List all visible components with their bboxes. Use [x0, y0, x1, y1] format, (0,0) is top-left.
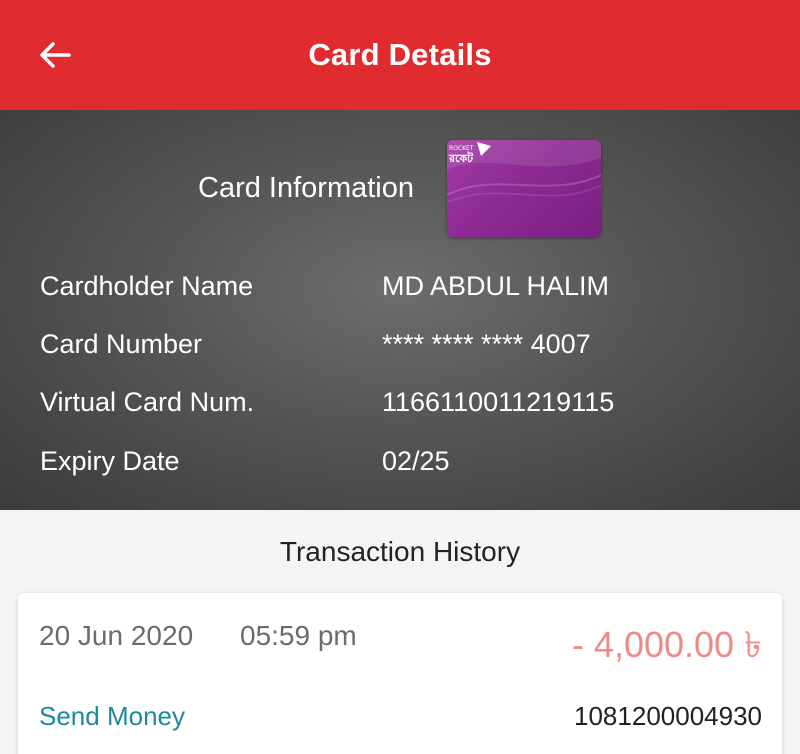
top-app-bar: Card Details [0, 0, 800, 110]
info-row-expiry: Expiry Date 02/25 [0, 446, 800, 486]
info-row-cardholder: Cardholder Name MD ABDUL HALIM [0, 271, 800, 311]
transaction-date: 20 Jun 2020 [39, 620, 194, 651]
svg-text:ROCKET: ROCKET [449, 145, 474, 152]
transaction-time: 05:59 pm [240, 620, 357, 651]
info-row-virtual-card: Virtual Card Num. 1166110011219115 [0, 387, 800, 427]
card-number-label: Card Number [40, 329, 203, 359]
expiry-date-value: 02/25 [382, 446, 450, 476]
svg-text:রকেট: রকেট [448, 151, 474, 165]
cardholder-name-value: MD ABDUL HALIM [382, 271, 610, 301]
cardholder-name-label: Cardholder Name [40, 271, 254, 301]
card-information-title: Card Information [198, 172, 414, 204]
page-title: Card Details [308, 37, 492, 72]
transaction-type: Send Money [39, 701, 185, 731]
info-row-card-number: Card Number **** **** **** 4007 [0, 329, 800, 369]
transaction-history-title: Transaction History [279, 536, 521, 567]
card-information-panel: Card Information ROCKET রকেট Cardholder … [0, 110, 800, 510]
card-number-value: **** **** **** 4007 [382, 329, 591, 359]
card-details-screen: Card Details Card Information ROCKET রকে… [0, 0, 800, 754]
arrow-left-icon [40, 42, 71, 68]
card-image: ROCKET রকেট [447, 140, 601, 237]
rocket-logo-icon: ROCKET রকেট [448, 142, 491, 165]
transaction-id: 1081200004930 [574, 701, 762, 731]
transaction-amount: - 4,000.00 ৳ [571, 624, 762, 665]
transaction-history-section: Transaction History 20 Jun 2020 05:59 pm… [0, 510, 800, 754]
virtual-card-number-label: Virtual Card Num. [40, 387, 255, 417]
back-button[interactable] [30, 33, 80, 77]
virtual-card-number-value: 1166110011219115 [382, 387, 615, 417]
expiry-date-label: Expiry Date [40, 446, 180, 476]
transaction-item[interactable]: 20 Jun 2020 05:59 pm - 4,000.00 ৳ Send M… [18, 593, 782, 754]
